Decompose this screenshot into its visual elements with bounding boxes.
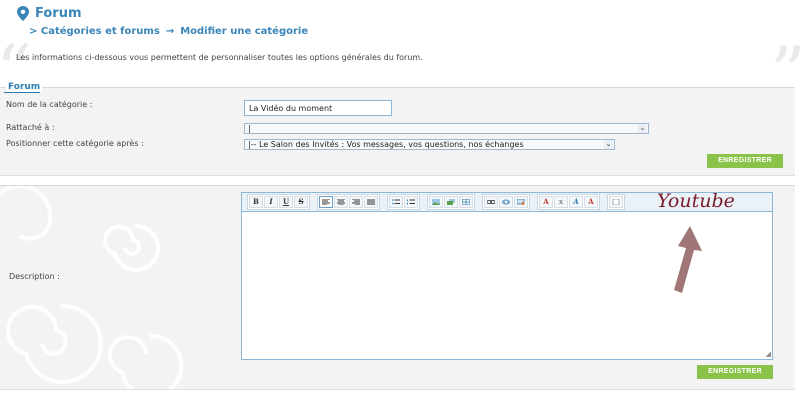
intro-text: Les informations ci-dessous vous permett… xyxy=(16,53,423,62)
media-embed-icon[interactable] xyxy=(514,196,528,208)
description-label: Description : xyxy=(9,272,60,281)
position-select-value: |-- Le Salon des Invités : Vos messages,… xyxy=(248,140,524,149)
page-title: Forum xyxy=(35,6,82,21)
remove-format-icon[interactable]: x xyxy=(554,196,568,208)
toolbar-group-align xyxy=(317,194,380,210)
parent-label: Rattaché à : xyxy=(6,123,55,132)
image-gallery-icon[interactable] xyxy=(444,196,458,208)
toolbar-group-media xyxy=(427,194,475,210)
strikethrough-icon[interactable]: S xyxy=(294,196,308,208)
youtube-annotation-label: Youtube xyxy=(657,190,735,212)
position-label: Positionner cette catégorie après : xyxy=(6,139,144,148)
parent-select[interactable]: | ⌄ xyxy=(244,123,649,134)
align-left-icon[interactable] xyxy=(319,196,333,208)
align-right-icon[interactable] xyxy=(349,196,363,208)
breadcrumb-item-edit-category[interactable]: Modifier une catégorie xyxy=(180,26,308,37)
link-icon[interactable] xyxy=(484,196,498,208)
toolbar-group-lists xyxy=(387,194,420,210)
source-view-icon[interactable] xyxy=(609,196,623,208)
numbered-list-icon[interactable] xyxy=(404,196,418,208)
italic-icon[interactable]: I xyxy=(264,196,278,208)
category-name-input[interactable] xyxy=(244,100,392,116)
toolbar-group-links xyxy=(482,194,530,210)
page-title-row: Forum xyxy=(17,6,308,21)
breadcrumb-arrow-icon: → xyxy=(165,26,175,37)
decorative-swirl-background xyxy=(0,186,184,389)
breadcrumb: > Catégories et forums → Modifier une ca… xyxy=(29,26,308,37)
toolbar-group-source xyxy=(607,194,625,210)
up-arrow-annotation-icon xyxy=(674,226,702,293)
align-center-icon[interactable] xyxy=(334,196,348,208)
table-icon[interactable] xyxy=(459,196,473,208)
clear-style-icon[interactable]: A xyxy=(584,196,598,208)
image-icon[interactable] xyxy=(429,196,443,208)
font-style-icon[interactable]: A xyxy=(569,196,583,208)
toolbar-group-text-style: B I U S xyxy=(247,194,310,210)
page-header: Forum > Catégories et forums → Modifier … xyxy=(17,6,308,37)
save-button-forum[interactable]: ENREGISTRER xyxy=(707,154,783,168)
bullet-list-icon[interactable] xyxy=(389,196,403,208)
unlink-icon[interactable] xyxy=(499,196,513,208)
align-justify-icon[interactable] xyxy=(364,196,378,208)
chevron-down-icon: ⌄ xyxy=(638,124,647,133)
breadcrumb-item-categories[interactable]: > Catégories et forums xyxy=(29,26,160,37)
section-legend-forum: Forum xyxy=(6,82,43,92)
underline-icon[interactable]: U xyxy=(279,196,293,208)
bold-icon[interactable]: B xyxy=(249,196,263,208)
save-button-description[interactable]: ENREGISTRER xyxy=(697,365,773,379)
location-pin-icon xyxy=(17,6,29,21)
parent-select-value: | xyxy=(248,124,251,133)
toolbar-group-format: A x A A xyxy=(537,194,600,210)
category-name-label: Nom de la catégorie : xyxy=(6,100,93,109)
resize-handle-icon[interactable]: ◢ xyxy=(766,351,771,358)
position-select[interactable]: |-- Le Salon des Invités : Vos messages,… xyxy=(244,139,615,150)
text-color-icon[interactable]: A xyxy=(539,196,553,208)
legend-underline xyxy=(4,92,40,93)
chevron-down-icon: ⌄ xyxy=(604,140,613,149)
